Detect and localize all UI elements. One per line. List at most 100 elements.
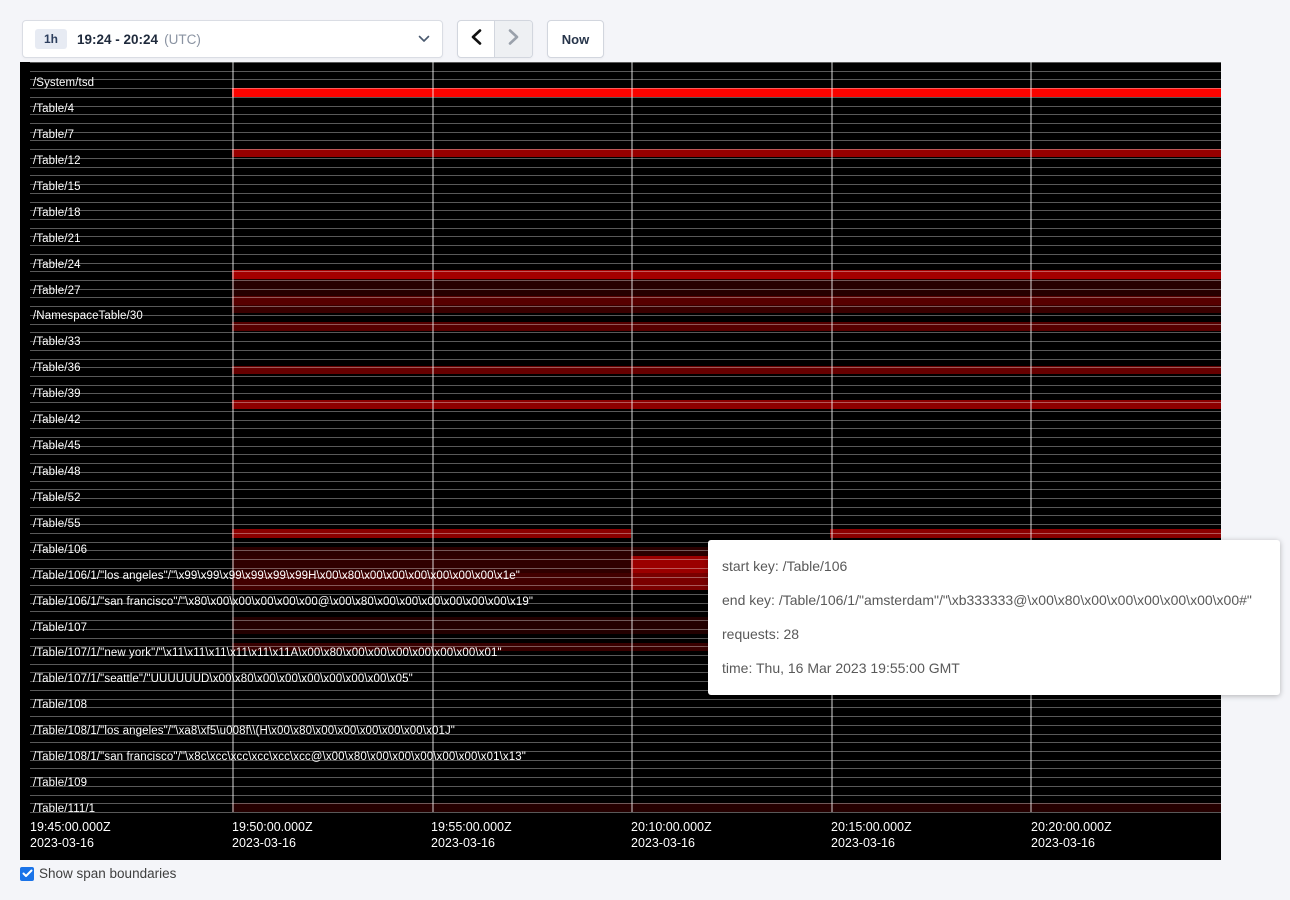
time-axis-time: 19:50:00.000Z [232, 819, 313, 835]
span-label: /Table/109 [33, 777, 87, 789]
time-range-selector[interactable]: 1h 19:24 - 20:24 (UTC) [22, 20, 443, 58]
span-boundary-line [30, 489, 1221, 490]
time-axis-tick: 20:10:00.000Z2023-03-16 [631, 819, 712, 851]
span-label: /Table/108 [33, 699, 87, 711]
time-axis-tick: 19:45:00.000Z2023-03-16 [30, 819, 111, 851]
span-boundary-line [30, 158, 1221, 159]
span-label: /Table/107 [33, 622, 87, 634]
chevron-down-icon [418, 35, 430, 43]
span-boundary-line [30, 786, 1221, 787]
timezone-label: (UTC) [164, 32, 201, 47]
chevron-right-icon [508, 29, 519, 50]
span-label: /Table/45 [33, 440, 81, 452]
span-label: /Table/48 [33, 466, 81, 478]
span-boundary-line [30, 315, 1221, 316]
span-boundary-line [30, 428, 1221, 429]
time-gridline [631, 62, 633, 812]
duration-badge: 1h [35, 29, 67, 49]
span-label: /Table/15 [33, 181, 81, 193]
hover-tooltip: start key: /Table/106 end key: /Table/10… [708, 540, 1280, 695]
span-label: /Table/108/1/"san francisco"/"\x8c\xcc\x… [33, 751, 526, 763]
span-boundary-line [30, 454, 1221, 455]
span-boundary-line [30, 446, 1221, 447]
span-label: /Table/7 [33, 129, 74, 141]
prev-time-button[interactable] [458, 21, 495, 57]
footer: Show span boundaries [20, 866, 176, 881]
span-label: /Table/108/1/"los angeles"/"\xa8\xf5\u00… [33, 725, 455, 737]
span-boundary-line [30, 463, 1221, 464]
next-time-button[interactable] [495, 21, 532, 57]
tooltip-start-key: start key: /Table/106 [722, 549, 1266, 583]
time-gridline [232, 62, 234, 812]
span-boundary-line [30, 716, 1221, 717]
tooltip-time: time: Thu, 16 Mar 2023 19:55:00 GMT [722, 651, 1266, 685]
key-visualizer[interactable]: /System/tsd/Table/4/Table/7/Table/12/Tab… [20, 62, 1221, 860]
time-axis-date: 2023-03-16 [1031, 835, 1112, 851]
now-button[interactable]: Now [547, 20, 604, 58]
span-label: /Table/39 [33, 388, 81, 400]
span-boundary-line [30, 533, 1221, 534]
span-label: /Table/55 [33, 518, 81, 530]
time-nav-group [457, 20, 533, 58]
span-boundary-line [30, 420, 1221, 421]
span-boundary-line [30, 507, 1221, 508]
time-axis-date: 2023-03-16 [431, 835, 512, 851]
heat-band [232, 88, 1221, 97]
span-label: /Table/111/1 [33, 803, 95, 815]
toolbar: 1h 19:24 - 20:24 (UTC) Now [22, 20, 604, 58]
span-label: /Table/106/1/"los angeles"/"\x99\x99\x99… [33, 570, 520, 582]
span-boundary-line [30, 699, 1221, 700]
span-boundary-line [30, 812, 1221, 813]
span-boundary-line [30, 411, 1221, 412]
span-label: /Table/106 [33, 544, 87, 556]
span-boundary-line [30, 71, 1221, 72]
span-label: /Table/107/1/"seattle"/"UUUUUUD\x00\x80\… [33, 673, 413, 685]
span-boundary-line [30, 498, 1221, 499]
span-boundary-line [30, 245, 1221, 246]
time-gridline [831, 62, 833, 812]
span-boundary-line [30, 114, 1221, 115]
span-boundary-line [30, 524, 1221, 525]
span-label: /System/tsd [33, 77, 94, 89]
span-boundary-line [30, 289, 1221, 290]
time-axis-time: 20:15:00.000Z [831, 819, 912, 835]
span-boundary-line [30, 341, 1221, 342]
time-axis-tick: 20:20:00.000Z2023-03-16 [1031, 819, 1112, 851]
span-boundary-line [30, 402, 1221, 403]
time-axis-time: 20:20:00.000Z [1031, 819, 1112, 835]
span-boundary-line [30, 271, 1221, 272]
span-boundary-line [30, 97, 1221, 98]
time-axis-date: 2023-03-16 [232, 835, 313, 851]
chevron-left-icon [471, 29, 482, 50]
span-label: /NamespaceTable/30 [33, 310, 143, 322]
time-axis-tick: 20:15:00.000Z2023-03-16 [831, 819, 912, 851]
span-boundary-line [30, 481, 1221, 482]
span-boundary-line [30, 236, 1221, 237]
span-boundary-line [30, 385, 1221, 386]
span-label: /Table/21 [33, 233, 81, 245]
time-axis-date: 2023-03-16 [831, 835, 912, 851]
span-boundary-line [30, 140, 1221, 141]
show-span-boundaries-checkbox[interactable] [20, 867, 34, 881]
tooltip-end-key: end key: /Table/106/1/"amsterdam"/"\xb33… [722, 583, 1266, 617]
time-axis-date: 2023-03-16 [30, 835, 111, 851]
span-label: /Table/36 [33, 362, 81, 374]
span-label: /Table/33 [33, 336, 81, 348]
span-boundary-line [30, 106, 1221, 107]
span-boundary-line [30, 742, 1221, 743]
time-axis-time: 19:45:00.000Z [30, 819, 111, 835]
span-boundary-line [30, 297, 1221, 298]
span-boundary-line [30, 280, 1221, 281]
span-boundary-line [30, 768, 1221, 769]
span-boundary-line [30, 210, 1221, 211]
span-label: /Table/12 [33, 155, 81, 167]
span-boundary-line [30, 393, 1221, 394]
tooltip-requests: requests: 28 [722, 617, 1266, 651]
heat-band [232, 803, 1221, 812]
span-boundary-line [30, 123, 1221, 124]
span-boundary-line [30, 515, 1221, 516]
span-boundary-line [30, 376, 1221, 377]
span-label: /Table/42 [33, 414, 81, 426]
span-label: /Table/24 [33, 259, 81, 271]
span-boundary-line [30, 79, 1221, 80]
